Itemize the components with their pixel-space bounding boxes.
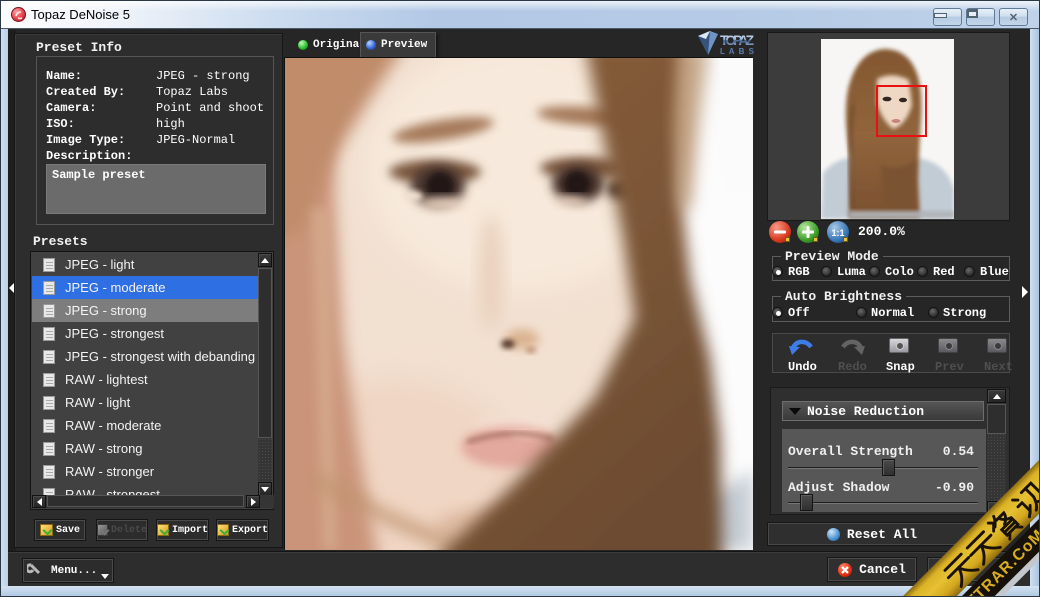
svg-text:L A B S: L A B S xyxy=(720,47,755,56)
svg-text:TOPAZ: TOPAZ xyxy=(720,32,754,48)
